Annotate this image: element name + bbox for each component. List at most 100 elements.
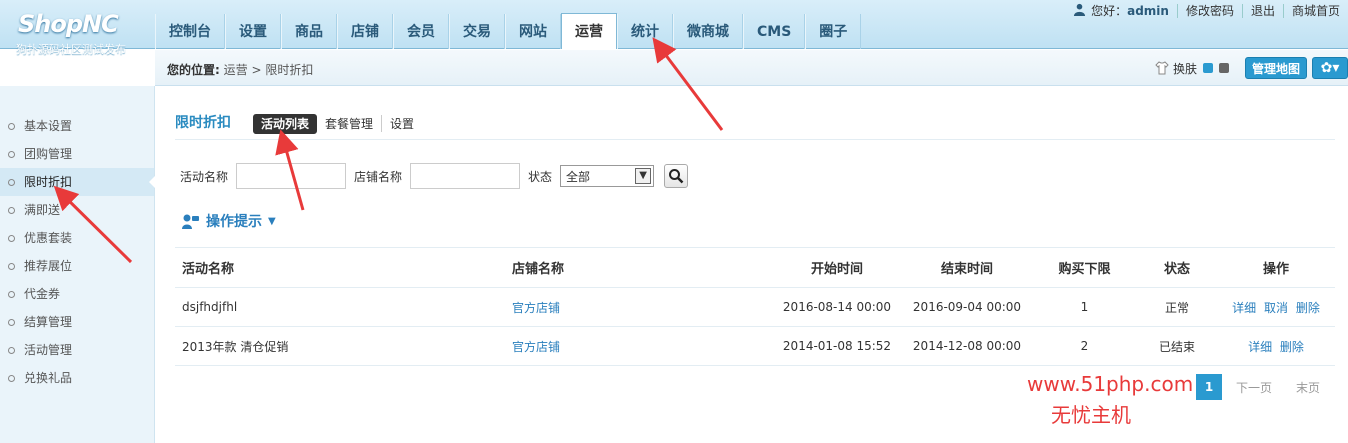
username: admin: [1127, 4, 1169, 18]
admin-map-button[interactable]: 管理地图: [1244, 57, 1307, 79]
col-activity-name: 活动名称: [175, 247, 512, 288]
page-title: 限时折扣: [175, 114, 231, 131]
pagination: 1 下一页 末页: [1196, 374, 1344, 400]
table-row: 2013年款 清仓促销 官方店铺 2014-01-08 15:52 2014-1…: [175, 326, 1335, 366]
sidebar-item-bundle[interactable]: 优惠套装: [0, 224, 154, 252]
tab-activity-list[interactable]: 活动列表: [253, 113, 318, 134]
nav-stores[interactable]: 店铺: [337, 14, 393, 49]
sidebar: 基本设置 团购管理 限时折扣 满即送 优惠套装 推荐展位 代金券 结算管理 活动…: [0, 86, 155, 443]
caret-down-icon: ▼: [268, 215, 276, 227]
sidebar-item-gift-exchange[interactable]: 兑换礼品: [0, 364, 154, 392]
watermark-text: 无忧主机: [1051, 403, 1131, 427]
store-name-label: 店铺名称: [354, 169, 403, 184]
nav-members[interactable]: 会员: [393, 14, 449, 49]
shirt-icon: [1155, 61, 1169, 75]
page-current[interactable]: 1: [1196, 374, 1222, 400]
tab-bar: 限时折扣 活动列表 套餐管理 设置: [175, 108, 1335, 140]
shopnc-logo[interactable]: ShopNC: [18, 10, 119, 38]
tab-settings[interactable]: 设置: [381, 115, 422, 132]
detail-link[interactable]: 详细: [1232, 301, 1256, 315]
cell-actions: 详细 取消 删除: [1217, 287, 1335, 327]
col-min-purchase: 购买下限: [1032, 247, 1137, 288]
cell-activity-name: 2013年款 清仓促销: [175, 326, 512, 366]
search-bar: 活动名称 店铺名称 状态 全部 ▼: [180, 163, 689, 189]
settings-gear-button[interactable]: ✿▾: [1312, 57, 1348, 79]
nav-settings[interactable]: 设置: [225, 14, 281, 49]
sidebar-item-flash-discount[interactable]: 限时折扣: [0, 168, 155, 196]
col-end-time: 结束时间: [902, 247, 1032, 288]
store-link[interactable]: 官方店铺: [512, 301, 560, 315]
main-nav: 控制台 设置 商品 店铺 会员 交易 网站 运营 统计 微商城 CMS 圈子: [155, 13, 862, 49]
cell-start-time: 2014-01-08 15:52: [772, 326, 902, 366]
nav-goods[interactable]: 商品: [281, 14, 337, 49]
top-header: ShopNC 狗扑源码社区测试发布 控制台 设置 商品 店铺 会员 交易 网站 …: [0, 0, 1348, 56]
cell-min-purchase: 2: [1032, 326, 1137, 366]
logout-link[interactable]: 退出: [1241, 3, 1283, 18]
nav-operations[interactable]: 运营: [561, 13, 617, 49]
status-label: 状态: [528, 169, 553, 184]
store-link[interactable]: 官方店铺: [512, 340, 560, 354]
skin-blue-option[interactable]: [1202, 63, 1213, 73]
operation-tips-toggle[interactable]: 操作提示 ▼: [182, 211, 276, 231]
store-home-link[interactable]: 商城首页: [1282, 3, 1348, 18]
cell-status: 已结束: [1137, 326, 1217, 366]
watermark-url: www.51php.com: [1027, 372, 1194, 396]
delete-link[interactable]: 删除: [1280, 340, 1304, 354]
col-start-time: 开始时间: [772, 247, 902, 288]
nav-micro-mall[interactable]: 微商城: [673, 14, 743, 49]
sidebar-item-group-buy[interactable]: 团购管理: [0, 140, 154, 168]
chevron-down-icon: ▼: [635, 168, 652, 184]
store-name-input[interactable]: [410, 163, 521, 189]
cell-actions: 详细 删除: [1217, 326, 1335, 366]
col-status: 状态: [1137, 247, 1217, 288]
cell-start-time: 2016-08-14 00:00: [772, 287, 902, 327]
user-icon: [1074, 3, 1086, 16]
tips-icon: [182, 214, 199, 229]
change-password-link[interactable]: 修改密码: [1176, 3, 1242, 18]
detail-link[interactable]: 详细: [1248, 340, 1272, 354]
search-button[interactable]: [664, 164, 689, 188]
activity-name-input[interactable]: [236, 163, 347, 189]
table-row: dsjfhdjfhl 官方店铺 2016-08-14 00:00 2016-09…: [175, 287, 1335, 327]
nav-cms[interactable]: CMS: [743, 14, 806, 49]
gear-icon: ✿▾: [1320, 60, 1340, 76]
sidebar-item-recommend-slot[interactable]: 推荐展位: [0, 252, 154, 280]
nav-circle[interactable]: 圈子: [805, 14, 862, 49]
sidebar-item-full-gift[interactable]: 满即送: [0, 196, 154, 224]
table-header-row: 活动名称 店铺名称 开始时间 结束时间 购买下限 状态 操作: [175, 247, 1335, 288]
nav-website[interactable]: 网站: [505, 14, 561, 49]
cell-min-purchase: 1: [1032, 287, 1137, 327]
col-store-name: 店铺名称: [512, 247, 772, 288]
cell-end-time: 2014-12-08 00:00: [902, 326, 1032, 366]
user-greeting: 您好：admin: [1065, 3, 1177, 18]
cell-status: 正常: [1137, 287, 1217, 327]
sidebar-item-voucher[interactable]: 代金券: [0, 280, 154, 308]
skin-gray-option[interactable]: [1218, 63, 1229, 73]
next-page-link[interactable]: 下一页: [1236, 379, 1272, 396]
cell-activity-name: dsjfhdjfhl: [175, 287, 512, 327]
search-icon: [669, 169, 684, 184]
header-tools: 换肤 管理地图 ✿▾: [1155, 57, 1348, 79]
activity-name-label: 活动名称: [180, 169, 229, 184]
skin-label: 换肤: [1172, 61, 1197, 76]
last-page-link[interactable]: 末页: [1296, 379, 1320, 396]
tab-package-management[interactable]: 套餐管理: [317, 115, 381, 132]
cell-end-time: 2016-09-04 00:00: [902, 287, 1032, 327]
activity-table: 活动名称 店铺名称 开始时间 结束时间 购买下限 状态 操作 dsjfhdjfh…: [175, 247, 1335, 366]
sidebar-item-activity[interactable]: 活动管理: [0, 336, 154, 364]
top-user-bar: 您好：admin 修改密码 退出 商城首页: [1065, 3, 1348, 18]
delete-link[interactable]: 删除: [1296, 301, 1320, 315]
sub-header: 您的位置: 运营 > 限时折扣 换肤 管理地图 ✿▾: [155, 50, 1348, 86]
sidebar-item-basic-settings[interactable]: 基本设置: [0, 112, 154, 140]
col-actions: 操作: [1217, 247, 1335, 288]
status-selected-value: 全部: [566, 169, 591, 184]
nav-dashboard[interactable]: 控制台: [155, 14, 225, 49]
status-select[interactable]: 全部 ▼: [560, 165, 655, 187]
nav-trade[interactable]: 交易: [449, 14, 505, 49]
nav-stats[interactable]: 统计: [617, 14, 673, 49]
breadcrumb-path: 运营 > 限时折扣: [223, 63, 314, 77]
cancel-link[interactable]: 取消: [1264, 301, 1288, 315]
logo-subtitle: 狗扑源码社区测试发布: [16, 43, 126, 56]
breadcrumb: 您的位置: 运营 > 限时折扣: [167, 63, 314, 77]
sidebar-item-settlement[interactable]: 结算管理: [0, 308, 154, 336]
